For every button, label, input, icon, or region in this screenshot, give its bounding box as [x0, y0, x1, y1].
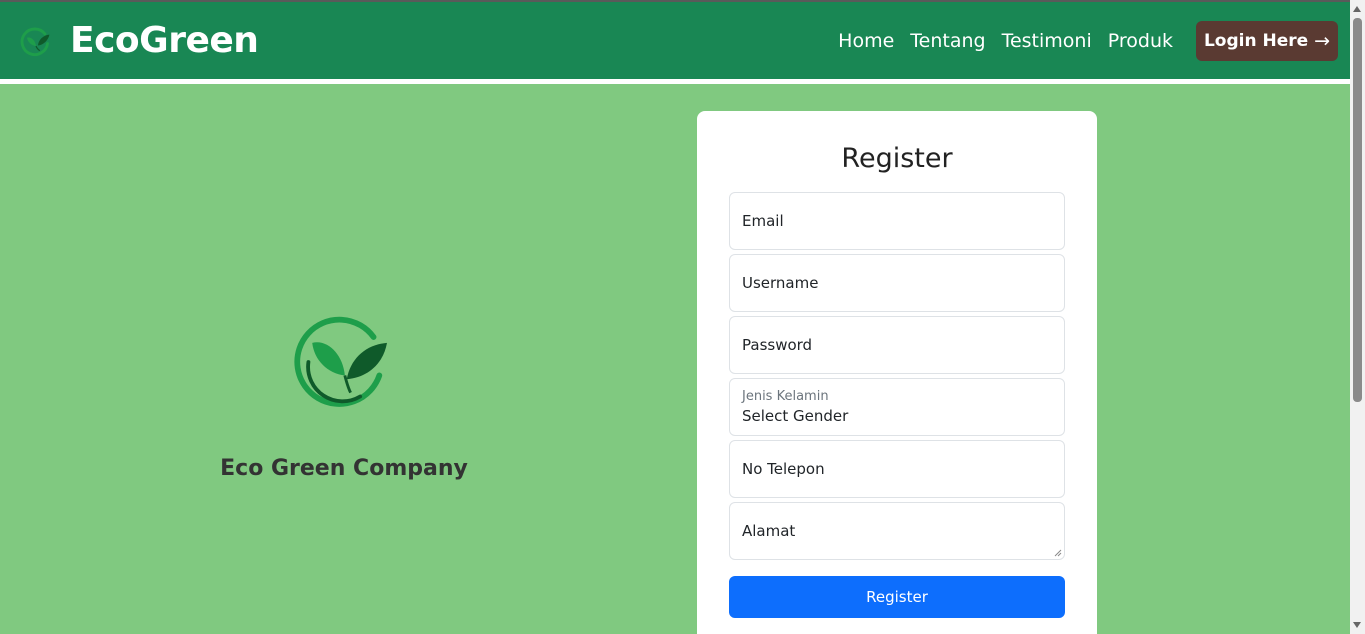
brand[interactable]: EcoGreen: [20, 20, 259, 61]
login-button-label: Login Here: [1203, 30, 1309, 51]
nav-link-home[interactable]: Home: [838, 30, 894, 52]
password-placeholder: Password: [742, 336, 813, 354]
gender-label: Jenis Kelamin: [742, 389, 829, 404]
hero-section: Eco Green Company: [0, 84, 688, 634]
nav-link-tentang[interactable]: Tentang: [910, 30, 985, 52]
scroll-down-arrow-icon[interactable]: [1353, 622, 1361, 628]
company-name: Eco Green Company: [220, 456, 468, 481]
gender-select[interactable]: Jenis Kelamin Select Gender: [729, 378, 1065, 436]
password-field[interactable]: Password: [729, 316, 1065, 374]
nav-links: Home Tentang Testimoni Produk Login Here…: [822, 20, 1338, 61]
gender-value: Select Gender: [742, 407, 849, 425]
nav-link-produk[interactable]: Produk: [1108, 30, 1173, 52]
resize-grip-icon[interactable]: [1054, 549, 1062, 557]
phone-field[interactable]: No Telepon: [729, 440, 1065, 498]
arrow-right-icon: →: [1314, 29, 1331, 52]
username-field[interactable]: Username: [729, 254, 1065, 312]
page-scrollbar[interactable]: [1350, 0, 1365, 634]
register-card: Register Email Username Password Jenis K…: [697, 111, 1097, 634]
login-button[interactable]: Login Here →: [1196, 20, 1338, 61]
register-title: Register: [841, 143, 953, 174]
register-button-label: Register: [866, 588, 928, 606]
scroll-up-arrow-icon[interactable]: [1353, 6, 1361, 12]
nav-link-testimoni[interactable]: Testimoni: [1002, 30, 1092, 52]
register-button[interactable]: Register: [729, 576, 1065, 618]
address-placeholder: Alamat: [742, 522, 796, 540]
scroll-thumb[interactable]: [1353, 18, 1362, 402]
address-textarea[interactable]: Alamat: [729, 502, 1065, 560]
brand-name: EcoGreen: [70, 20, 259, 61]
navbar: EcoGreen Home Tentang Testimoni Produk L…: [0, 2, 1350, 79]
leaf-circle-icon: [294, 316, 387, 407]
email-placeholder: Email: [742, 212, 784, 230]
leaf-circle-icon: [20, 27, 50, 56]
username-placeholder: Username: [742, 274, 819, 292]
email-field[interactable]: Email: [729, 192, 1065, 250]
phone-placeholder: No Telepon: [742, 460, 825, 478]
